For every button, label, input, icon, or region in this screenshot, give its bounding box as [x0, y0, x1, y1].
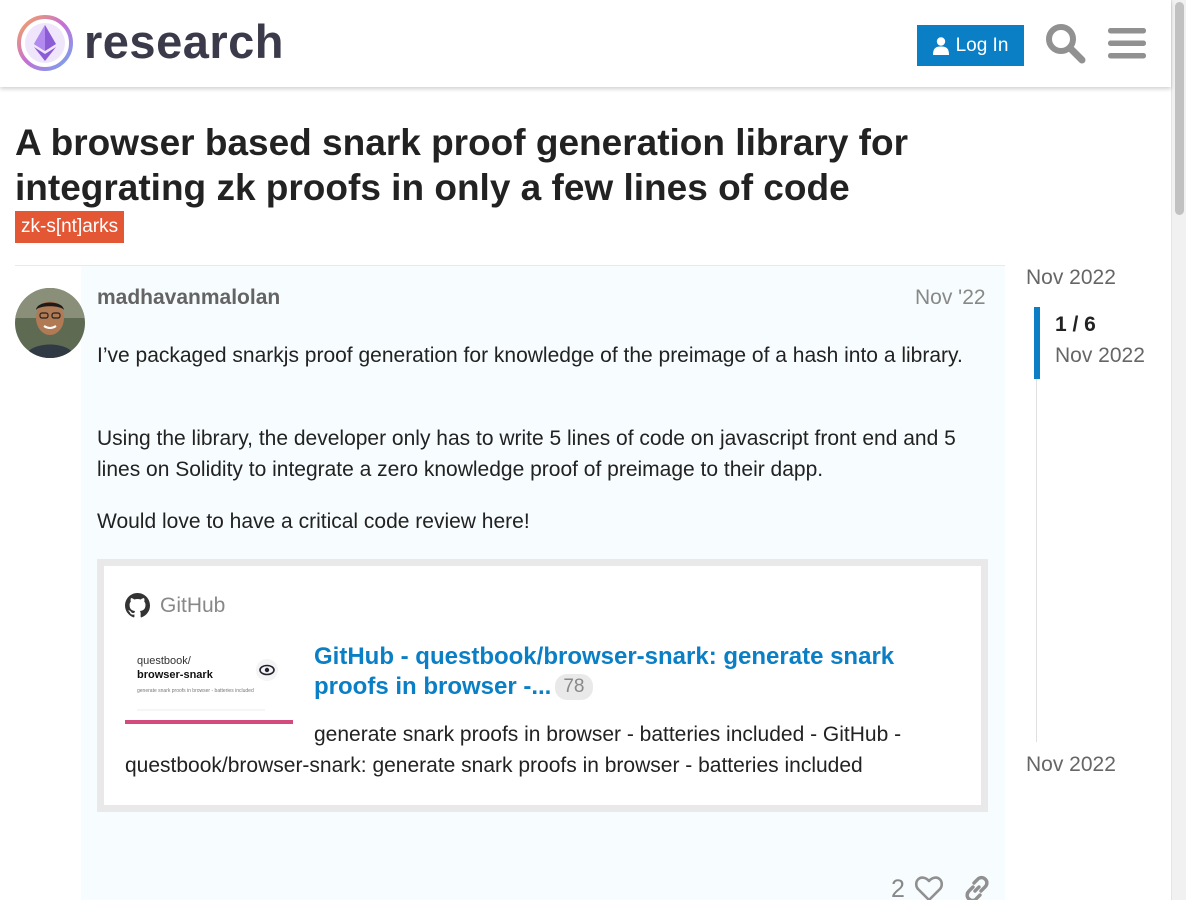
login-button[interactable]: Log In — [917, 25, 1024, 66]
link-preview-onebox: GitHub questbook/ browser-snark generate… — [97, 559, 988, 812]
timeline-start-date[interactable]: Nov 2022 — [1026, 266, 1116, 290]
ethresearch-logo-icon — [17, 15, 73, 71]
post-username[interactable]: madhavanmalolan — [97, 286, 280, 310]
search-icon[interactable] — [1044, 22, 1086, 64]
site-logo[interactable]: research — [16, 14, 284, 72]
page-scrollbar[interactable] — [1171, 0, 1186, 900]
user-avatar-image — [15, 288, 85, 358]
like-count[interactable]: 2 — [891, 875, 905, 900]
thumb-org: questbook/ — [137, 655, 192, 667]
site-header: research Log In — [0, 0, 1171, 87]
site-name: research — [84, 14, 284, 68]
login-label: Log In — [955, 34, 1009, 56]
repo-preview-image: questbook/ browser-snark generate snark … — [125, 646, 293, 724]
post-paragraph: Using the library, the developer only ha… — [97, 427, 956, 481]
post-paragraph: Would love to have a critical code revie… — [97, 510, 530, 533]
user-icon — [932, 36, 949, 55]
onebox-title-text[interactable]: GitHub - questbook/browser-snark: genera… — [314, 643, 894, 700]
scrollbar-thumb[interactable] — [1175, 2, 1184, 215]
thumb-repo: browser-snark — [137, 669, 214, 681]
onebox-click-count: 78 — [555, 674, 593, 700]
onebox-description: generate snark proofs in browser - batte… — [125, 723, 902, 777]
topic-tag[interactable]: zk-s[nt]arks — [15, 211, 125, 243]
onebox-title[interactable]: GitHub - questbook/browser-snark: genera… — [314, 642, 954, 702]
timeline-end-date[interactable]: Nov 2022 — [1026, 753, 1116, 777]
avatar[interactable] — [15, 288, 85, 358]
timeline-current-date: Nov 2022 — [1055, 344, 1145, 367]
onebox-thumbnail[interactable]: questbook/ browser-snark generate snark … — [125, 646, 293, 724]
topic-title[interactable]: A browser based snark proof generation l… — [15, 120, 975, 210]
timeline-handle[interactable] — [1034, 307, 1040, 379]
thumb-subtitle: generate snark proofs in browser - batte… — [137, 688, 254, 694]
post-date[interactable]: Nov '22 — [915, 286, 986, 310]
onebox-source[interactable]: GitHub — [125, 593, 225, 618]
github-icon — [125, 593, 150, 618]
hamburger-menu-icon[interactable] — [1106, 22, 1148, 64]
timeline-position: 1 / 6 — [1055, 313, 1096, 336]
post-paragraph: I’ve packaged snarkjs proof generation f… — [97, 344, 963, 367]
share-link-icon[interactable] — [962, 874, 992, 900]
onebox-source-label: GitHub — [160, 593, 226, 617]
heart-icon[interactable] — [914, 874, 944, 900]
